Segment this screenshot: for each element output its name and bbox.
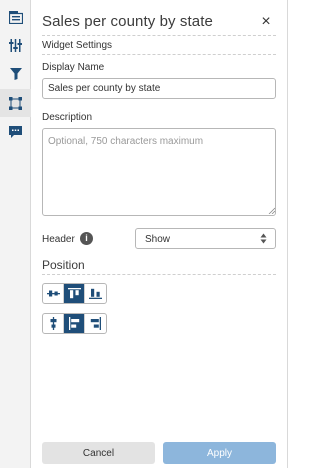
description-textarea[interactable] xyxy=(42,128,276,216)
panel-title: Sales per county by state xyxy=(42,13,213,30)
close-button[interactable]: × xyxy=(258,13,274,31)
align-left-button[interactable] xyxy=(64,314,85,333)
close-icon: × xyxy=(261,13,271,30)
widget-settings-label: Widget Settings xyxy=(42,40,113,51)
header-select-value: Show xyxy=(145,234,171,245)
widget-settings-panel: Sales per county by state × Widget Setti… xyxy=(31,0,288,468)
horizontal-alignment-group xyxy=(42,313,107,334)
description-label: Description xyxy=(42,112,93,123)
align-right-button[interactable] xyxy=(85,314,106,333)
filter-icon xyxy=(9,68,22,80)
rail-settings-button[interactable] xyxy=(0,31,31,59)
align-top-button[interactable] xyxy=(64,284,85,303)
comment-icon xyxy=(9,125,22,138)
display-name-label: Display Name xyxy=(42,62,105,73)
position-divider xyxy=(42,274,276,275)
display-name-input[interactable] xyxy=(42,78,276,99)
align-horizontal-center-button[interactable] xyxy=(43,314,64,333)
select-arrows-icon xyxy=(260,233,267,244)
title-divider xyxy=(42,35,276,36)
rail-comment-button[interactable] xyxy=(0,118,31,146)
align-vertical-center-button[interactable] xyxy=(43,284,64,303)
selection-frame-icon xyxy=(9,96,22,110)
rail-filter-button[interactable] xyxy=(0,60,31,88)
header-select[interactable]: Show xyxy=(135,228,276,249)
apply-button[interactable]: Apply xyxy=(163,442,276,464)
align-horizontal-center-icon xyxy=(50,317,56,330)
widget-info-icon xyxy=(8,10,23,24)
align-right-icon xyxy=(90,317,101,330)
cancel-button[interactable]: Cancel xyxy=(42,442,155,464)
rail-position-button[interactable] xyxy=(0,89,31,117)
sliders-icon xyxy=(9,38,22,52)
info-icon[interactable]: i xyxy=(80,232,93,245)
section-divider xyxy=(42,54,276,55)
rail-widget-info-button[interactable] xyxy=(0,3,31,31)
align-vertical-center-icon xyxy=(46,290,60,297)
align-left-icon xyxy=(68,317,79,330)
align-bottom-icon xyxy=(89,288,102,299)
align-top-icon xyxy=(67,288,81,299)
align-bottom-button[interactable] xyxy=(85,284,106,303)
side-rail xyxy=(0,0,31,468)
header-label: Header xyxy=(42,234,75,245)
vertical-alignment-group xyxy=(42,283,107,304)
position-title: Position xyxy=(42,258,85,272)
